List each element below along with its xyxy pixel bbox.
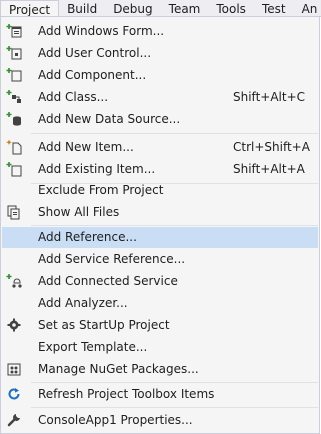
menu-build[interactable]: Build bbox=[59, 0, 105, 16]
menu-item-label: Export Template... bbox=[38, 340, 148, 354]
menu-team[interactable]: Team bbox=[161, 0, 209, 16]
menu-bar: Project Build Debug Team Tools Test An bbox=[0, 0, 321, 17]
menu-tools[interactable]: Tools bbox=[208, 0, 254, 16]
menu-item-manage-nuget-packages[interactable]: Manage NuGet Packages... bbox=[2, 359, 318, 380]
nuget-icon bbox=[7, 363, 21, 376]
menu-item-label: Add Connected Service bbox=[38, 274, 178, 288]
menu-item-shortcut: Shift+Alt+A bbox=[233, 162, 305, 176]
menu-separator bbox=[31, 225, 318, 226]
menu-item-set-startup-project[interactable]: Set as StartUp Project bbox=[2, 315, 318, 336]
connected-service-icon bbox=[6, 274, 22, 288]
add-component-icon bbox=[6, 68, 22, 82]
gear-icon bbox=[7, 318, 21, 332]
menu-item-label: Manage NuGet Packages... bbox=[38, 362, 199, 376]
menu-item-label: Set as StartUp Project bbox=[38, 318, 170, 332]
menu-item-add-connected-service[interactable]: Add Connected Service bbox=[2, 271, 318, 292]
menu-separator bbox=[31, 133, 318, 134]
menu-item-label: Add Service Reference... bbox=[38, 252, 186, 266]
menu-item-add-windows-form[interactable]: Add Windows Form... bbox=[2, 21, 318, 42]
menu-item-add-existing-item[interactable]: Add Existing Item... Shift+Alt+A bbox=[2, 159, 318, 180]
menu-item-label: Add Windows Form... bbox=[38, 24, 165, 38]
wrench-icon bbox=[7, 414, 20, 427]
menu-item-label: ConsoleApp1 Properties... bbox=[38, 413, 193, 427]
add-class-icon bbox=[6, 90, 21, 103]
menu-item-add-reference[interactable]: Add Reference... bbox=[2, 227, 318, 248]
menu-item-add-analyzer[interactable]: Add Analyzer... bbox=[2, 293, 318, 314]
refresh-icon bbox=[8, 388, 20, 400]
menu-item-add-class[interactable]: Add Class... Shift+Alt+C bbox=[2, 87, 318, 108]
menu-item-project-properties[interactable]: ConsoleApp1 Properties... bbox=[2, 410, 318, 431]
menu-item-show-all-files[interactable]: Show All Files bbox=[2, 202, 318, 223]
add-data-source-icon bbox=[6, 112, 21, 126]
menu-item-add-service-reference[interactable]: Add Service Reference... bbox=[2, 249, 318, 270]
add-user-control-icon bbox=[6, 46, 22, 60]
menu-project[interactable]: Project bbox=[0, 0, 60, 16]
menu-item-label: Add User Control... bbox=[38, 46, 152, 60]
menu-item-add-component[interactable]: Add Component... bbox=[2, 65, 318, 86]
menu-item-exclude-from-project[interactable]: Exclude From Project bbox=[2, 180, 318, 201]
menu-item-add-new-data-source[interactable]: Add New Data Source... bbox=[2, 109, 318, 130]
project-menu-dropdown: Add Windows Form... Add User Control... … bbox=[0, 17, 320, 434]
menu-item-label: Add New Item... bbox=[38, 140, 134, 154]
menu-item-shortcut: Shift+Alt+C bbox=[233, 90, 306, 104]
menu-item-label: Exclude From Project bbox=[38, 183, 164, 197]
menu-item-label: Show All Files bbox=[38, 205, 120, 219]
menu-item-label: Add Existing Item... bbox=[38, 162, 156, 176]
menu-item-add-user-control[interactable]: Add User Control... bbox=[2, 43, 318, 64]
menu-item-add-new-item[interactable]: Add New Item... Ctrl+Shift+A bbox=[2, 137, 318, 158]
menu-item-label: Refresh Project Toolbox Items bbox=[38, 387, 215, 401]
menu-separator bbox=[31, 382, 318, 383]
show-all-files-icon bbox=[7, 205, 20, 220]
add-windows-form-icon bbox=[6, 24, 22, 38]
menu-debug[interactable]: Debug bbox=[105, 0, 160, 16]
menu-item-shortcut: Ctrl+Shift+A bbox=[233, 140, 310, 154]
menu-item-label: Add New Data Source... bbox=[38, 112, 181, 126]
menu-separator bbox=[31, 407, 318, 408]
menu-test[interactable]: Test bbox=[254, 0, 294, 16]
menu-item-label: Add Component... bbox=[38, 68, 147, 82]
menu-item-refresh-project-toolbox[interactable]: Refresh Project Toolbox Items bbox=[2, 384, 318, 405]
add-new-item-icon bbox=[6, 139, 22, 155]
menu-analyze[interactable]: An bbox=[294, 0, 321, 16]
add-existing-item-icon bbox=[6, 162, 22, 177]
menu-item-label: Add Reference... bbox=[38, 230, 137, 244]
menu-item-label: Add Analyzer... bbox=[38, 296, 128, 310]
menu-item-export-template[interactable]: Export Template... bbox=[2, 337, 318, 358]
menu-item-label: Add Class... bbox=[38, 90, 109, 104]
